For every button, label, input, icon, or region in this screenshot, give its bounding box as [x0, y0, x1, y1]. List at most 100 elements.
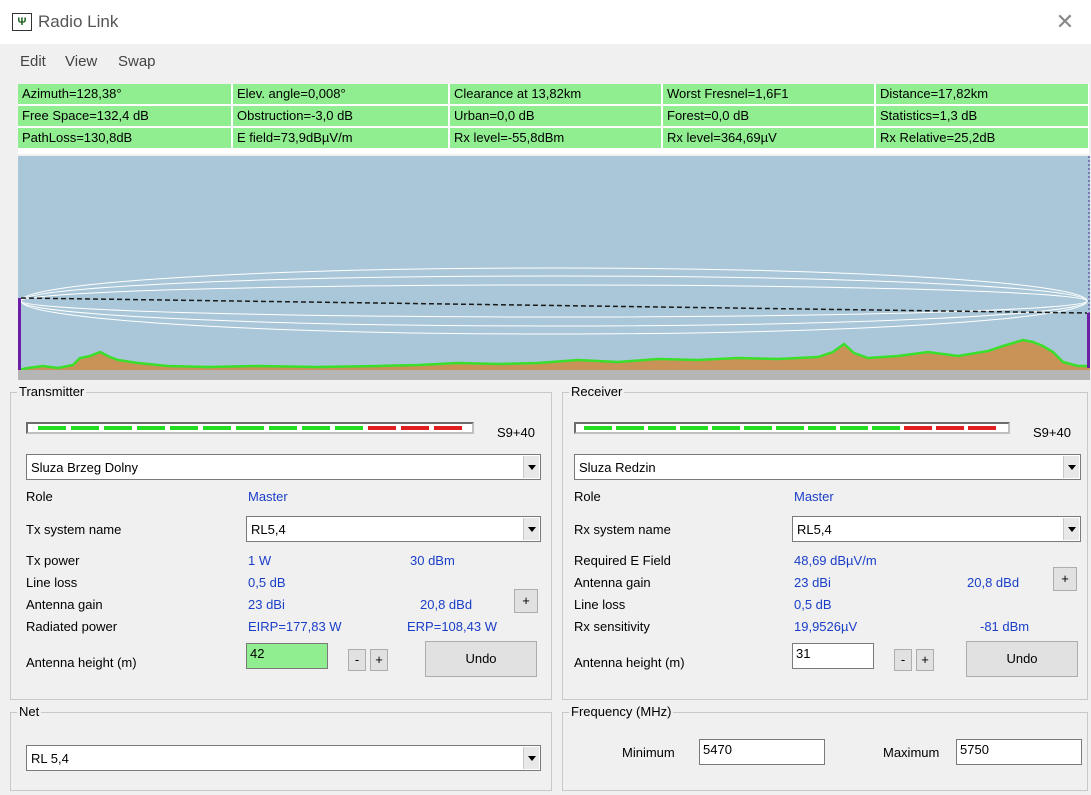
receiver-group: Receiver S9+40 Sluza Redzin Role Master …: [562, 384, 1088, 700]
tx-signal-seg-9: [302, 426, 330, 430]
tx-gain-dbd: 20,8 dBd: [420, 597, 473, 612]
rx-system-select[interactable]: RL5,4: [792, 516, 1081, 542]
tx-power-watts: 1 W: [248, 553, 272, 568]
rx-signal-meter: [574, 422, 1010, 434]
tx-erp-value: ERP=108,43 W: [407, 619, 497, 634]
tx-height-minus-button[interactable]: -: [348, 649, 366, 671]
rx-signal-seg-4: [680, 426, 708, 430]
chevron-down-icon[interactable]: [523, 518, 539, 540]
rx-height-plus-button[interactable]: +: [916, 649, 934, 671]
rx-signal-seg-2: [616, 426, 644, 430]
tx-signal-seg-4: [137, 426, 165, 430]
path-profile-view[interactable]: [18, 156, 1090, 380]
rx-gain-dbi: 23 dBi: [794, 575, 831, 590]
rx-role-label: Role: [574, 489, 601, 504]
tx-signal-seg-13: [434, 426, 462, 430]
rx-level-uv-cell: Rx level=364,69µV: [663, 128, 874, 148]
close-icon[interactable]: ✕: [1051, 8, 1079, 36]
chevron-down-icon[interactable]: [523, 747, 539, 769]
tx-signal-seg-12: [401, 426, 429, 430]
window-title: Radio Link: [38, 12, 119, 31]
rx-height-minus-button[interactable]: -: [894, 649, 912, 671]
tx-antenna-height-input[interactable]: 42: [246, 643, 328, 669]
profile-ground-band: [18, 370, 1090, 380]
chevron-down-icon[interactable]: [1063, 456, 1079, 478]
elevation-angle-cell: Elev. angle=0,008°: [233, 84, 448, 104]
menu-edit[interactable]: Edit: [20, 53, 46, 70]
rx-sensitivity-dbm: -81 dBm: [980, 619, 1030, 634]
tx-system-label: Tx system name: [26, 522, 122, 537]
rx-relative-cell: Rx Relative=25,2dB: [876, 128, 1088, 148]
rx-height-label: Antenna height (m): [574, 655, 685, 670]
obstruction-cell: Obstruction=-3,0 dB: [233, 106, 448, 126]
net-select[interactable]: RL 5,4: [26, 745, 541, 771]
rx-signal-seg-12: [936, 426, 964, 430]
tx-gain-dbi: 23 dBi: [248, 597, 285, 612]
tx-signal-seg-2: [71, 426, 99, 430]
rx-line-loss-value: 0,5 dB: [794, 597, 832, 612]
rx-site-value: Sluza Redzin: [579, 460, 656, 475]
frequency-max-label: Maximum: [883, 745, 940, 760]
tx-power-dbm: 30 dBm: [410, 553, 455, 568]
tx-gain-plus-button[interactable]: +: [514, 589, 538, 613]
path-loss-cell: PathLoss=130,8dB: [18, 128, 231, 148]
tx-signal-seg-8: [269, 426, 297, 430]
clearance-cell: Clearance at 13,82km: [450, 84, 661, 104]
receiver-antenna-mast: [1087, 313, 1090, 368]
rx-signal-seg-5: [712, 426, 740, 430]
rx-system-label: Rx system name: [574, 522, 671, 537]
radio-link-app-icon: Ψ: [12, 13, 32, 31]
worst-fresnel-cell: Worst Fresnel=1,6F1: [663, 84, 874, 104]
tx-system-select[interactable]: RL5,4: [246, 516, 541, 542]
transmitter-title: Transmitter: [17, 384, 87, 400]
title-bar: Ψ Radio Link ✕: [0, 0, 1091, 44]
rx-level-dbm-cell: Rx level=-55,8dBm: [450, 128, 661, 148]
chevron-down-icon[interactable]: [523, 456, 539, 478]
tx-undo-button[interactable]: Undo: [425, 641, 537, 677]
tx-system-value: RL5,4: [251, 522, 286, 537]
tx-power-label: Tx power: [26, 553, 80, 568]
tx-signal-seg-1: [38, 426, 66, 430]
frequency-group: Frequency (MHz) Minimum 5470 Maximum 575…: [562, 704, 1088, 791]
tx-line-loss-label: Line loss: [26, 575, 78, 590]
frequency-min-input[interactable]: 5470: [699, 739, 825, 765]
tx-radiated-label: Radiated power: [26, 619, 118, 634]
chevron-down-icon[interactable]: [1063, 518, 1079, 540]
menu-bar: Edit View Swap: [0, 52, 1091, 76]
tx-site-select[interactable]: Sluza Brzeg Dolny: [26, 454, 541, 480]
distance-cell: Distance=17,82km: [876, 84, 1088, 104]
frequency-max-input[interactable]: 5750: [956, 739, 1082, 765]
rx-site-select[interactable]: Sluza Redzin: [574, 454, 1081, 480]
frequency-title: Frequency (MHz): [569, 704, 674, 720]
rx-signal-seg-11: [904, 426, 932, 430]
tx-site-value: Sluza Brzeg Dolny: [31, 460, 138, 475]
azimuth-cell: Azimuth=128,38°: [18, 84, 231, 104]
rx-required-field-label: Required E Field: [574, 553, 671, 568]
rx-signal-seg-3: [648, 426, 676, 430]
tx-role-value: Master: [248, 489, 288, 504]
rx-signal-seg-9: [840, 426, 868, 430]
rx-signal-seg-10: [872, 426, 900, 430]
menu-view[interactable]: View: [65, 53, 97, 70]
rx-undo-button[interactable]: Undo: [966, 641, 1078, 677]
net-group: Net RL 5,4: [10, 704, 552, 791]
transmitter-antenna-mast: [18, 298, 21, 370]
rx-signal-seg-13: [968, 426, 996, 430]
receiver-title: Receiver: [569, 384, 625, 400]
rx-system-value: RL5,4: [797, 522, 832, 537]
rx-gain-plus-button[interactable]: +: [1053, 567, 1077, 591]
rx-signal-seg-8: [808, 426, 836, 430]
rx-signal-label: S9+40: [1033, 425, 1071, 440]
tx-gain-label: Antenna gain: [26, 597, 103, 612]
net-value: RL 5,4: [31, 751, 69, 766]
rx-antenna-height-input[interactable]: 31: [792, 643, 874, 669]
statistics-cell: Statistics=1,3 dB: [876, 106, 1088, 126]
menu-swap[interactable]: Swap: [118, 53, 156, 70]
rx-gain-label: Antenna gain: [574, 575, 651, 590]
tx-signal-label: S9+40: [497, 425, 535, 440]
tx-height-plus-button[interactable]: +: [370, 649, 388, 671]
tx-role-label: Role: [26, 489, 53, 504]
rx-signal-seg-1: [584, 426, 612, 430]
rx-sensitivity-uv: 19,9526µV: [794, 619, 858, 634]
net-title: Net: [17, 704, 42, 720]
